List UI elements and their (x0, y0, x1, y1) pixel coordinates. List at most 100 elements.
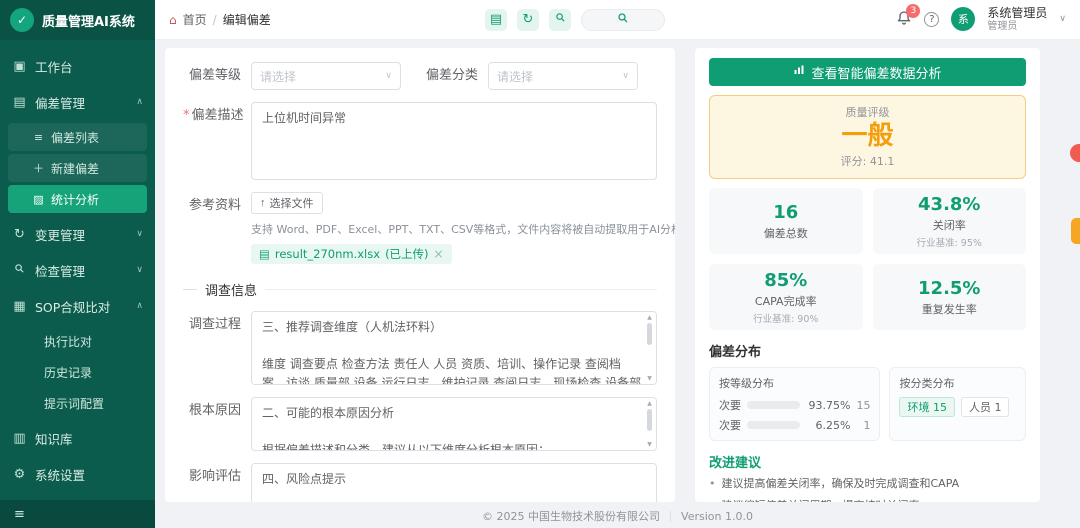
sidebar-item-inspection-management[interactable]: 检查管理 ∨ (0, 252, 155, 288)
investigation-process-label: 调查过程 (188, 317, 241, 332)
search-input[interactable] (581, 8, 665, 31)
sidebar-item-deviation-management[interactable]: ▤ 偏差管理 ∧ (0, 84, 155, 120)
breadcrumb-current: 编辑偏差 (222, 13, 271, 27)
sidebar-item-label: SOP合规比对 (35, 299, 111, 315)
collapse-menu-icon[interactable]: ≡ (14, 507, 25, 522)
sidebar-item-new-deviation[interactable]: ＋ 新建偏差 (8, 154, 147, 182)
textarea-scrollbar[interactable]: ▲ ▼ (645, 400, 654, 448)
rating-label: 质量评级 (845, 106, 890, 119)
sidebar-item-execution-compare[interactable]: 执行比对 (8, 327, 147, 355)
refresh-tool-button[interactable]: ↻ (517, 8, 539, 31)
scroll-up-icon[interactable]: ▲ (647, 314, 652, 321)
chart-icon: ▨ (33, 192, 44, 206)
file-name: result_270nm.xlsx (274, 247, 381, 261)
by-category-title: 按分类分布 (899, 377, 955, 391)
scrollbar-thumb[interactable] (647, 323, 652, 345)
impact-assessment-wrap: 四、风险点提示 产品质量风险：评估对产品质量的潜在影响 (251, 463, 657, 502)
by-level-title: 按等级分布 (719, 377, 774, 391)
floating-feedback-tab[interactable] (1071, 218, 1080, 244)
app-root: ✓ 质量管理AI系统 ▣ 工作台 ▤ 偏差管理 ∧ ≡ 偏差列表 ＋ 新建偏差 … (0, 0, 1080, 528)
sidebar-item-system-settings[interactable]: ⚙ 系统设置 (0, 456, 155, 492)
help-button[interactable]: ? (924, 11, 940, 27)
refresh-icon: ↻ (14, 226, 25, 242)
level-row: 次要 93.75% 15 (719, 397, 870, 413)
sidebar-item-statistical-analysis[interactable]: ▨ 统计分析 (8, 185, 147, 213)
root-cause-textarea[interactable]: 二、可能的根本原因分析 根据偏差描述和分类，建议从以下维度分析根本原因： (251, 397, 657, 451)
home-icon: ⌂ (169, 12, 177, 27)
suggestions-title: 改进建议 (709, 456, 762, 472)
breadcrumb-home[interactable]: 首页 (183, 11, 207, 28)
book-icon: ▥ (13, 430, 26, 446)
distribution-title: 偏差分布 (709, 345, 762, 361)
rating-value: 一般 (841, 121, 894, 151)
sidebar-item-workbench[interactable]: ▣ 工作台 (0, 48, 155, 84)
form-row-level-category: 偏差等级 请选择 ∨ 偏差分类 请选择 ∨ (183, 62, 657, 90)
bullet-icon: • (709, 477, 716, 491)
deviation-level-select[interactable]: 请选择 ∨ (251, 62, 401, 90)
plus-icon: ＋ (33, 162, 44, 175)
divider-line (265, 289, 657, 290)
reference-materials-label: 参考资料 (188, 198, 241, 213)
sidebar-item-deviation-list[interactable]: ≡ 偏差列表 (8, 123, 147, 151)
sidebar-item-knowledge-base[interactable]: ▥ 知识库 (0, 420, 155, 456)
search-icon (12, 263, 27, 278)
uploaded-file-chip[interactable]: ▤ result_270nm.xlsx (已上传) × (251, 244, 452, 264)
sidebar-item-sop-compliance[interactable]: ▦ SOP合规比对 ∧ (0, 288, 155, 324)
sidebar-item-change-management[interactable]: ↻ 变更管理 ∨ (0, 216, 155, 252)
list-icon: ≡ (33, 130, 44, 144)
deviation-description-textarea[interactable]: 上位机时间异常 (251, 102, 657, 180)
level-bar (747, 401, 801, 410)
chevron-down-icon: ∨ (385, 71, 392, 81)
search-tool-button[interactable] (549, 8, 571, 31)
scroll-up-icon[interactable]: ▲ (647, 400, 652, 407)
sidebar-item-prompt-config[interactable]: 提示词配置 (8, 389, 147, 417)
investigation-section-divider: 调查信息 (183, 280, 657, 299)
level-percent: 6.25% (815, 418, 851, 432)
document-tool-button[interactable]: ▤ (485, 8, 507, 31)
stat-label: 重复发生率 (921, 302, 977, 316)
sidebar-item-history-records[interactable]: 历史记录 (8, 358, 147, 386)
scroll-down-icon[interactable]: ▼ (647, 375, 652, 382)
distribution-row: 按等级分布 次要 93.75% 15 次要 6.25% 1 按分类分布 环境 1… (709, 367, 1026, 442)
field-impact-assessment: 影响评估 四、风险点提示 产品质量风险：评估对产品质量的潜在影响 (183, 463, 657, 502)
suggestion-text: 建议缩短偏差关闭周期，提高按时关闭率 (722, 498, 920, 502)
sidebar-item-label: 变更管理 (35, 227, 86, 243)
sidebar-item-label: 历史记录 (44, 365, 93, 380)
chevron-down-icon[interactable]: ∨ (1059, 14, 1066, 24)
deviation-level-label: 偏差等级 (188, 68, 241, 83)
root-cause-wrap: 二、可能的根本原因分析 根据偏差描述和分类，建议从以下维度分析根本原因： ▲ ▼ (251, 397, 657, 451)
breadcrumb: ⌂ 首页 / 编辑偏差 (169, 11, 271, 28)
sidebar-item-label: 知识库 (35, 431, 73, 447)
avatar[interactable]: 系 (951, 7, 976, 32)
scrollbar-thumb[interactable] (647, 409, 652, 431)
refresh-icon: ↻ (522, 12, 534, 27)
investigation-process-textarea[interactable]: 三、推荐调查维度（人机法环料） 维度 调查要点 检查方法 责任人 人员 资质、培… (251, 311, 657, 385)
sidebar-footer: ≡ (0, 500, 155, 528)
deviation-category-label: 偏差分类 (425, 68, 478, 83)
sidebar-item-label: 工作台 (35, 59, 73, 75)
scroll-down-icon[interactable]: ▼ (647, 441, 652, 448)
chevron-down-icon: ∨ (622, 71, 629, 81)
stat-value: 85% (764, 269, 808, 291)
select-file-label: 选择文件 (269, 198, 314, 210)
select-file-button[interactable]: ↑ 选择文件 (251, 192, 323, 214)
chevron-up-icon: ∧ (136, 301, 143, 311)
view-analysis-button[interactable]: 查看智能偏差数据分析 (709, 58, 1026, 86)
file-icon: ▤ (259, 247, 270, 261)
page-footer: © 2025 中国生物技术股份有限公司 Version 1.0.0 (155, 504, 1080, 528)
stat-label: 关闭率 (932, 218, 966, 232)
impact-assessment-textarea[interactable]: 四、风险点提示 产品质量风险：评估对产品质量的潜在影响 (251, 463, 657, 502)
app-title: 质量管理AI系统 (42, 14, 135, 30)
footer-version: Version 1.0.0 (681, 509, 753, 523)
required-asterisk: * (183, 108, 190, 123)
close-icon[interactable]: × (434, 247, 444, 261)
suggestion-item: • 建议提高偏差关闭率，确保及时完成调查和CAPA (709, 476, 1026, 493)
chevron-down-icon: ∨ (136, 265, 143, 275)
deviation-form-card: 偏差等级 请选择 ∨ 偏差分类 请选择 ∨ * 偏差描述 上位机时间异常 参考资… (165, 48, 675, 502)
bullet-icon: • (709, 498, 716, 502)
deviation-category-select[interactable]: 请选择 ∨ (488, 62, 638, 90)
notifications-button[interactable]: 3 (896, 3, 921, 29)
textarea-scrollbar[interactable]: ▲ ▼ (645, 314, 654, 382)
level-percent: 93.75% (808, 398, 851, 412)
field-reference-materials: 参考资料 ↑ 选择文件 支持 Word、PDF、Excel、PPT、TXT、CS… (183, 192, 675, 264)
